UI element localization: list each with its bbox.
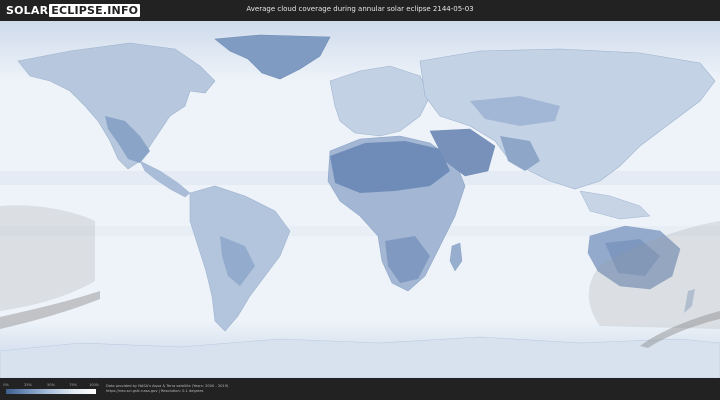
legend-tick: 25%	[24, 383, 32, 387]
legend-tick: 75%	[69, 383, 77, 387]
header-bar: SOLAR ECLIPSE.INFO Average cloud coverag…	[0, 0, 720, 21]
legend-tick: 100%	[88, 383, 100, 387]
logo-solar: SOLAR	[6, 4, 49, 17]
page-title: Average cloud coverage during annular so…	[246, 5, 474, 13]
footer-bar: 0% 25% 50% 75% 100% Data provided by NAS…	[0, 378, 720, 400]
world-map-icon	[0, 21, 720, 378]
cloud-legend-bar	[6, 389, 96, 394]
legend-tick: 50%	[47, 383, 55, 387]
legend-tick: 0%	[3, 383, 9, 387]
logo-eclipse-info: ECLIPSE.INFO	[49, 4, 141, 17]
data-credit: Data provided by NASA's Aqua & Terra sat…	[106, 384, 228, 394]
site-logo[interactable]: SOLAR ECLIPSE.INFO	[6, 3, 141, 18]
credit-line-2: https://neo.sci.gsfc.nasa.gov | Resoluti…	[106, 389, 204, 393]
cloud-coverage-map	[0, 21, 720, 378]
eclipse-cloud-page: SOLAR ECLIPSE.INFO Average cloud coverag…	[0, 0, 720, 400]
